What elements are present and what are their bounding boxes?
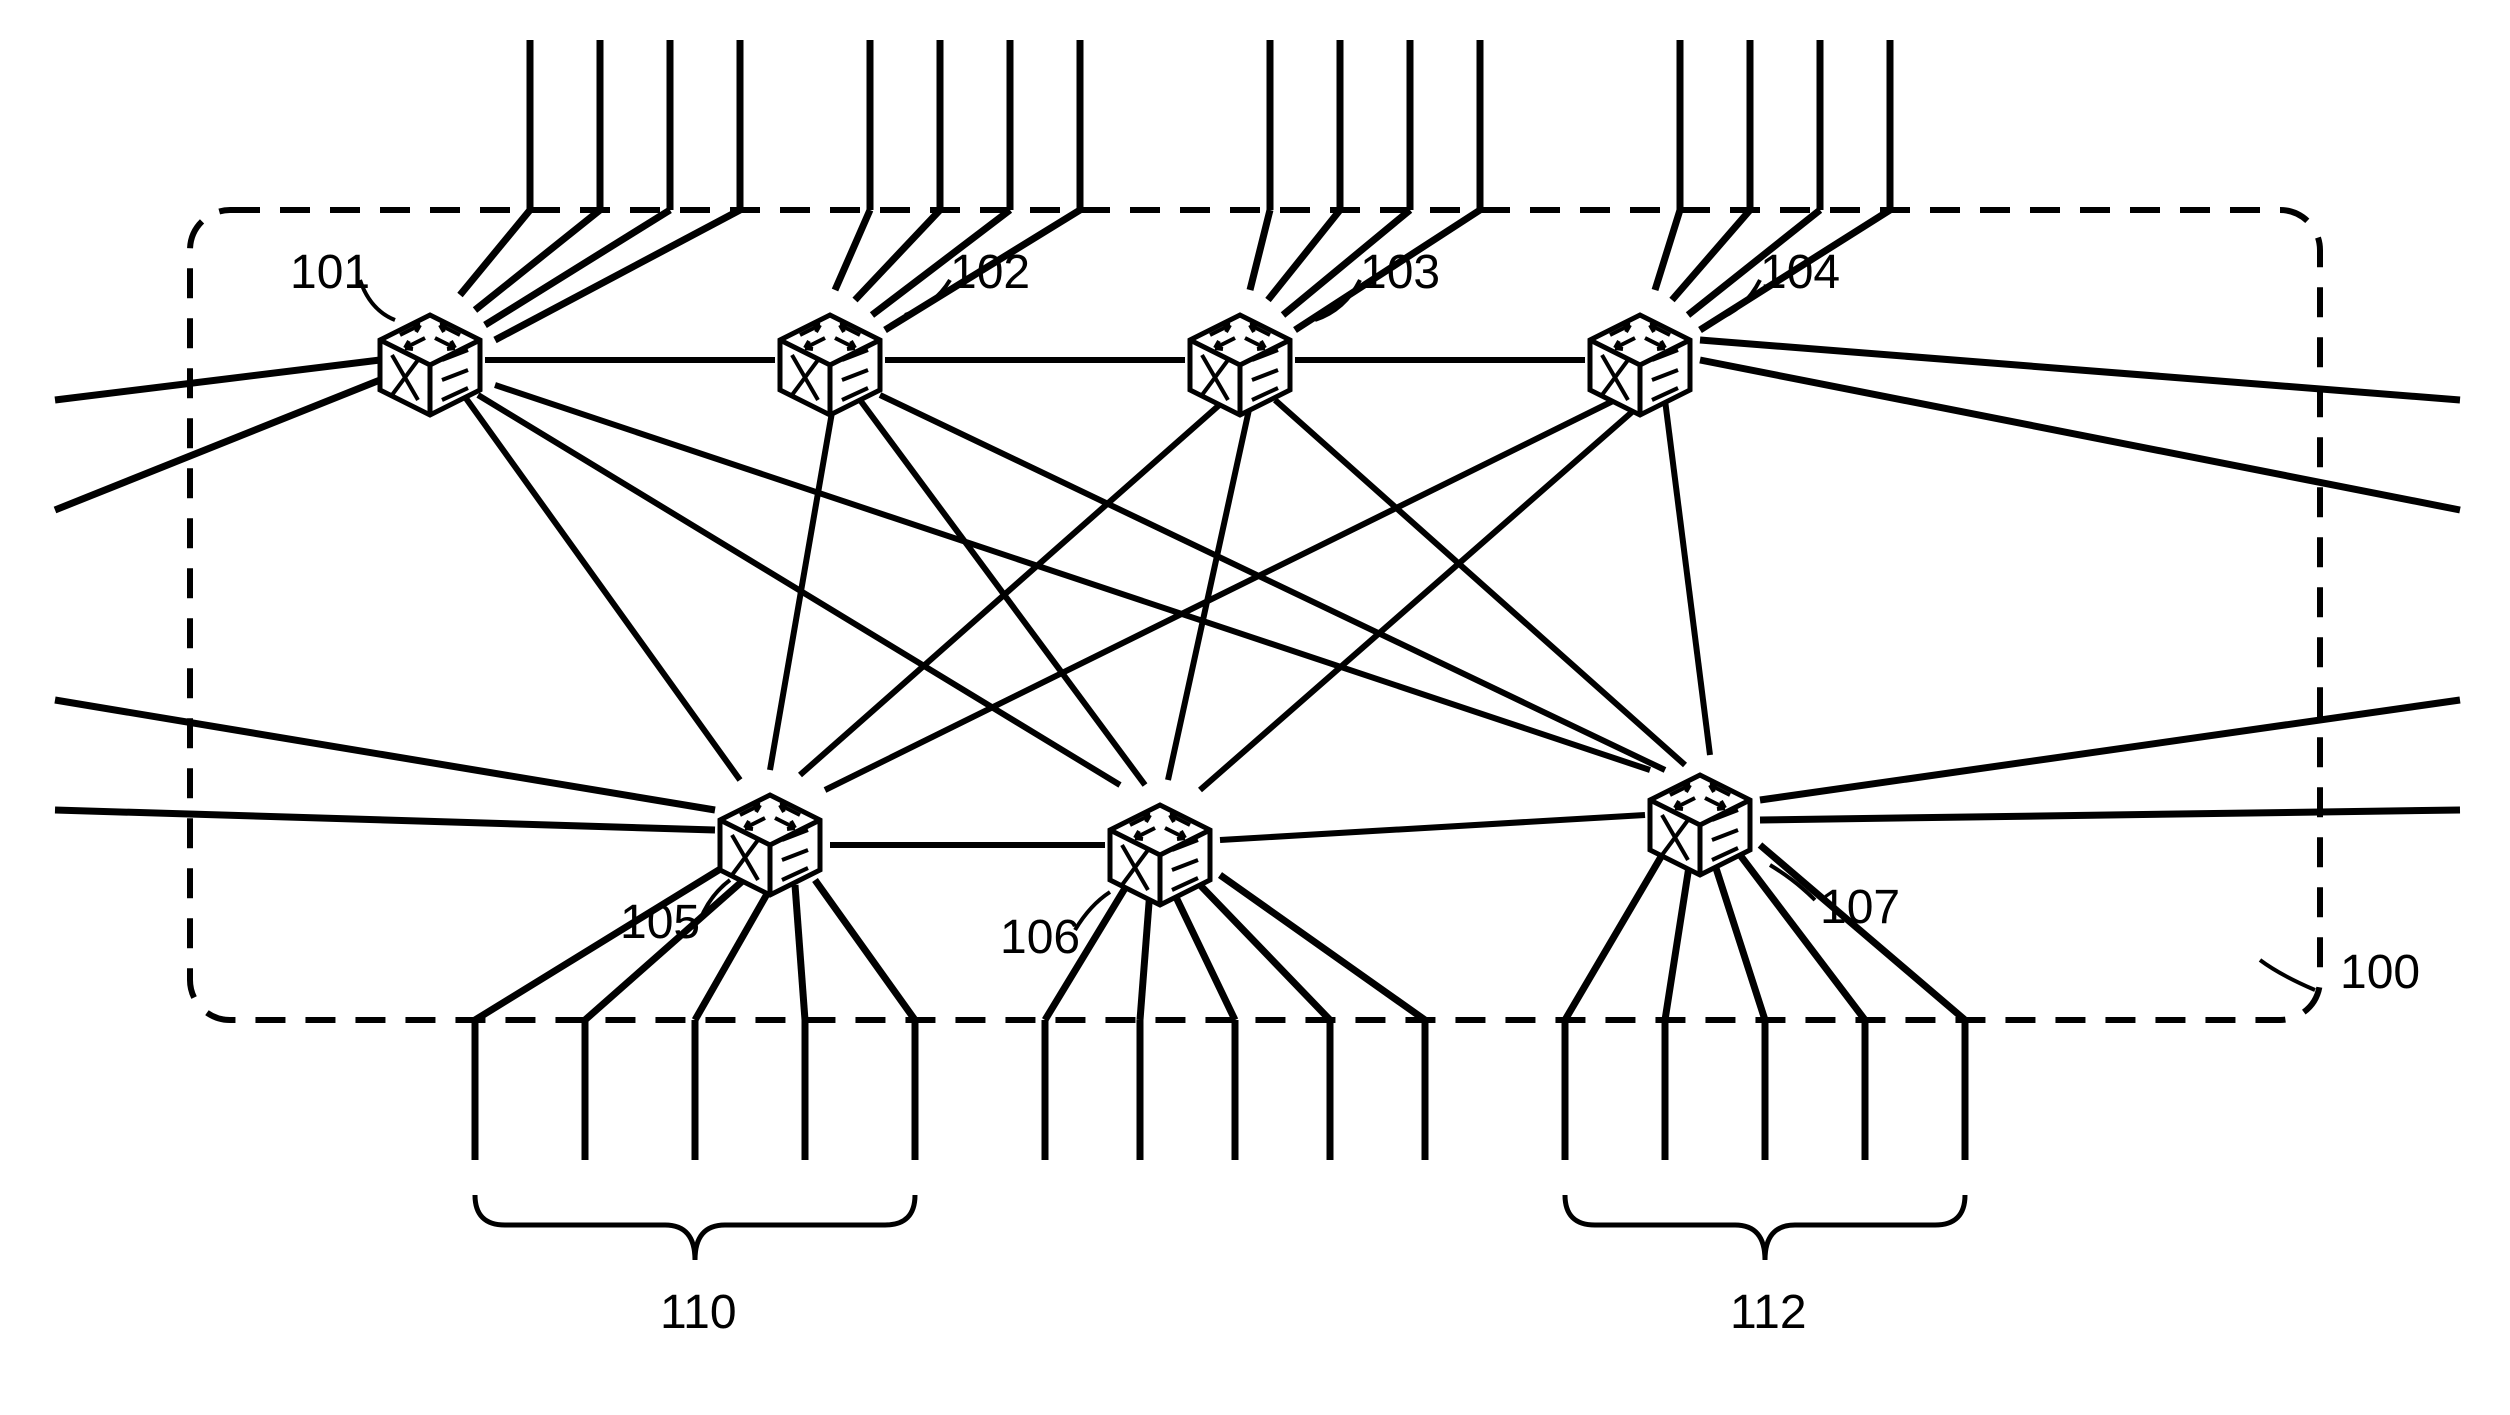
left-external-lines bbox=[55, 360, 715, 830]
label-104: 104 bbox=[1760, 245, 1840, 300]
switch-node-107 bbox=[1650, 775, 1750, 875]
label-103: 103 bbox=[1360, 245, 1440, 300]
label-102: 102 bbox=[950, 245, 1030, 300]
switch-node-103 bbox=[1190, 315, 1290, 415]
label-112: 112 bbox=[1730, 1285, 1807, 1340]
switch-node-102 bbox=[780, 315, 880, 415]
bottom-external-lines bbox=[475, 845, 1965, 1160]
leader-curves bbox=[360, 280, 2315, 990]
network-diagram-svg bbox=[0, 0, 2510, 1415]
label-107: 107 bbox=[1820, 880, 1900, 935]
label-101: 101 bbox=[290, 245, 370, 300]
label-110: 110 bbox=[660, 1285, 737, 1340]
top-external-lines bbox=[460, 40, 1890, 340]
diagram-container: 101 102 103 104 105 106 107 100 110 112 bbox=[0, 0, 2510, 1415]
internal-lines bbox=[460, 360, 1710, 845]
switch-node-105 bbox=[720, 795, 820, 895]
label-100: 100 bbox=[2340, 945, 2420, 1000]
switch-node-101 bbox=[380, 315, 480, 415]
switch-node-106 bbox=[1110, 805, 1210, 905]
label-106: 106 bbox=[1000, 910, 1080, 965]
switch-node-104 bbox=[1590, 315, 1690, 415]
group-braces bbox=[475, 1195, 1965, 1260]
right-external-lines bbox=[1700, 340, 2460, 820]
label-105: 105 bbox=[620, 895, 700, 950]
